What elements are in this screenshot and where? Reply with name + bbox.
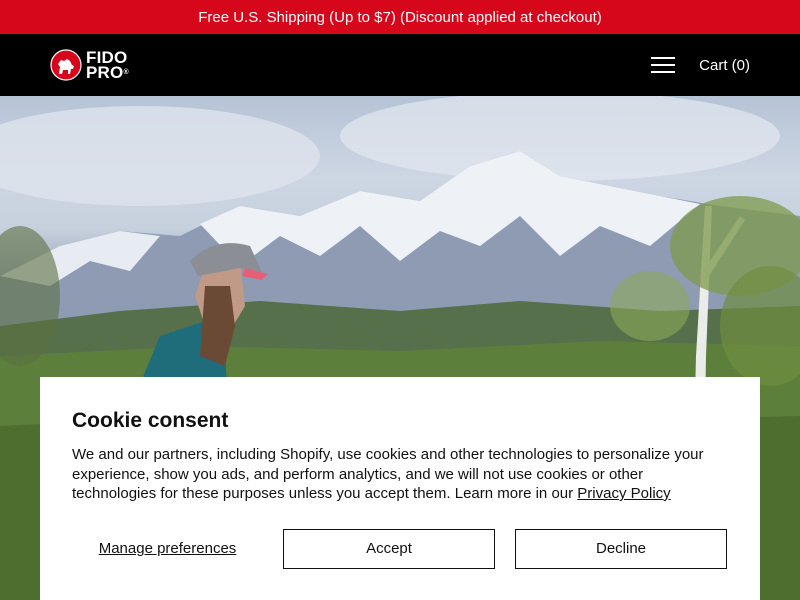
logo-line-2-text: PRO: [86, 63, 124, 82]
privacy-policy-link[interactable]: Privacy Policy: [577, 485, 670, 502]
logo-text: FIDO PRO®: [86, 49, 129, 82]
header-actions: Cart (0): [651, 55, 750, 75]
decline-button[interactable]: Decline: [515, 528, 727, 569]
registered-mark: ®: [123, 69, 129, 76]
announcement-bar: Free U.S. Shipping (Up to $7) (Discount …: [0, 0, 800, 34]
hamburger-menu-icon[interactable]: [651, 55, 676, 75]
manage-preferences-button[interactable]: Manage preferences: [72, 540, 263, 557]
cookie-actions: Manage preferences Accept Decline: [72, 528, 728, 569]
cookie-title: Cookie consent: [72, 409, 229, 432]
logo-line-2: PRO®: [86, 63, 129, 82]
menu-bar: [651, 57, 676, 59]
cookie-body: We and our partners, including Shopify, …: [72, 445, 728, 504]
accept-button[interactable]: Accept: [283, 528, 495, 569]
cookie-consent-dialog: Cookie consent We and our partners, incl…: [40, 377, 760, 600]
site-header: FIDO PRO® Cart (0): [0, 34, 800, 96]
announcement-text: Free U.S. Shipping (Up to $7) (Discount …: [198, 8, 602, 26]
cart-link[interactable]: Cart (0): [699, 57, 750, 74]
menu-bar: [651, 71, 676, 73]
fido-pro-logo-icon: [50, 49, 82, 81]
logo-link[interactable]: FIDO PRO®: [50, 49, 129, 81]
menu-bar: [651, 64, 676, 66]
